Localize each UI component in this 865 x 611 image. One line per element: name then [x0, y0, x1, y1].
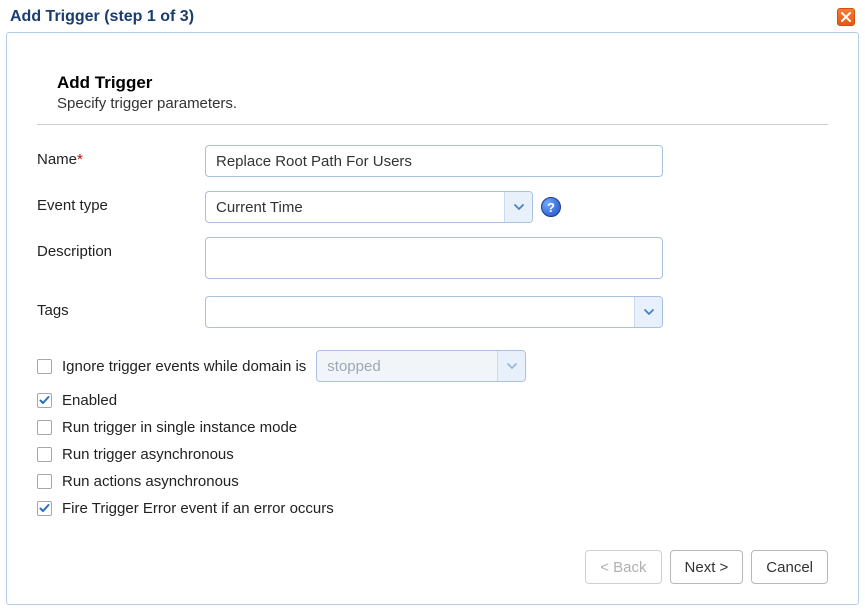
- cancel-button[interactable]: Cancel: [751, 550, 828, 584]
- name-label: Name*: [37, 145, 197, 168]
- section-subtitle: Specify trigger parameters.: [57, 95, 828, 112]
- enabled-label: Enabled: [62, 392, 117, 409]
- async-actions-row: Run actions asynchronous: [37, 473, 828, 490]
- tags-select[interactable]: [205, 296, 663, 328]
- next-button[interactable]: Next >: [670, 550, 744, 584]
- section-divider: [37, 124, 828, 125]
- enabled-checkbox[interactable]: [37, 393, 52, 408]
- async-trigger-checkbox[interactable]: [37, 447, 52, 462]
- help-icon[interactable]: ?: [541, 197, 561, 217]
- single-instance-label: Run trigger in single instance mode: [62, 419, 297, 436]
- close-icon[interactable]: [837, 8, 855, 26]
- ignore-state-value: stopped: [317, 358, 497, 375]
- checkbox-block: Ignore trigger events while domain is st…: [37, 350, 828, 517]
- chevron-down-icon[interactable]: [634, 297, 662, 327]
- section-title: Add Trigger: [57, 73, 828, 93]
- dialog-header: Add Trigger (step 1 of 3): [0, 0, 865, 32]
- event-type-label: Event type: [37, 191, 197, 214]
- dialog-title: Add Trigger (step 1 of 3): [10, 8, 194, 26]
- name-input[interactable]: [205, 145, 663, 177]
- ignore-events-row: Ignore trigger events while domain is st…: [37, 350, 828, 382]
- event-type-select[interactable]: Current Time: [205, 191, 533, 223]
- async-trigger-row: Run trigger asynchronous: [37, 446, 828, 463]
- dialog-footer: < Back Next > Cancel: [37, 530, 828, 584]
- enabled-row: Enabled: [37, 392, 828, 409]
- fire-error-row: Fire Trigger Error event if an error occ…: [37, 500, 828, 517]
- async-actions-label: Run actions asynchronous: [62, 473, 239, 490]
- async-trigger-label: Run trigger asynchronous: [62, 446, 234, 463]
- ignore-state-select[interactable]: stopped: [316, 350, 526, 382]
- async-actions-checkbox[interactable]: [37, 474, 52, 489]
- ignore-events-checkbox[interactable]: [37, 359, 52, 374]
- dialog-body: Add Trigger Specify trigger parameters. …: [6, 32, 859, 605]
- single-instance-checkbox[interactable]: [37, 420, 52, 435]
- chevron-down-icon[interactable]: [497, 351, 525, 381]
- fire-error-checkbox[interactable]: [37, 501, 52, 516]
- required-asterisk: *: [77, 151, 83, 168]
- fire-error-label: Fire Trigger Error event if an error occ…: [62, 500, 334, 517]
- form-grid: Name* Event type Current Time ? Descript…: [37, 145, 828, 328]
- add-trigger-dialog: Add Trigger (step 1 of 3) Add Trigger Sp…: [0, 0, 865, 611]
- ignore-events-label: Ignore trigger events while domain is: [62, 358, 306, 375]
- event-type-value: Current Time: [206, 199, 504, 216]
- chevron-down-icon[interactable]: [504, 192, 532, 222]
- section-header: Add Trigger Specify trigger parameters.: [37, 73, 828, 112]
- back-button[interactable]: < Back: [585, 550, 661, 584]
- description-label: Description: [37, 237, 197, 260]
- tags-label: Tags: [37, 296, 197, 319]
- single-instance-row: Run trigger in single instance mode: [37, 419, 828, 436]
- description-input[interactable]: [205, 237, 663, 279]
